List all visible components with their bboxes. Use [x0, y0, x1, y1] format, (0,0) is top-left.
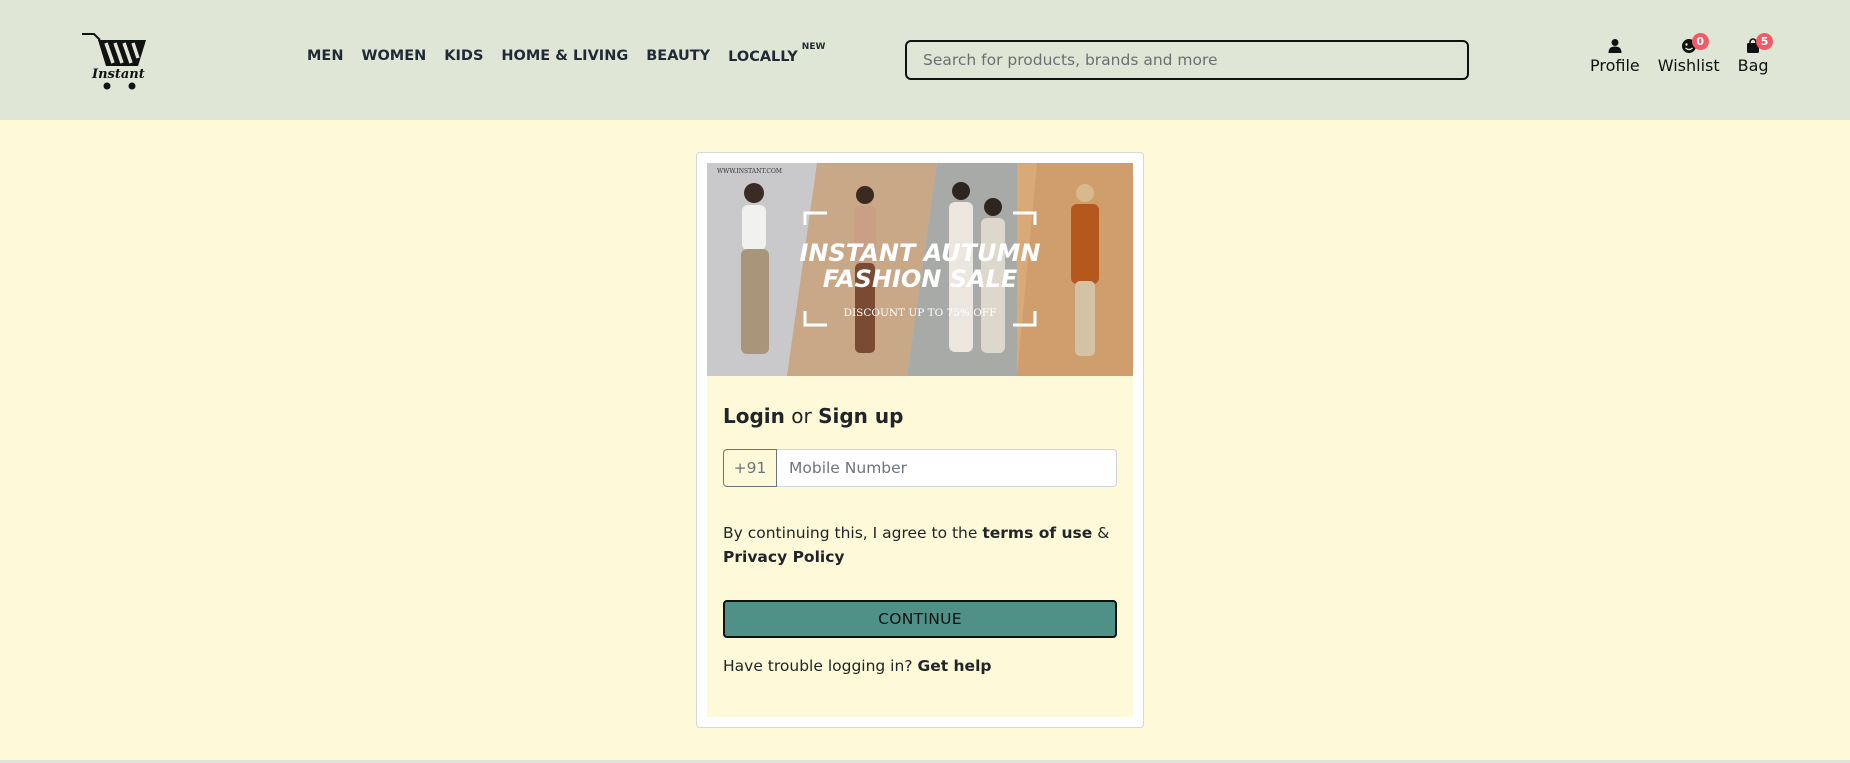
- wishlist-label: Wishlist: [1657, 56, 1720, 75]
- banner-headline-line1: INSTANT AUTUMN: [799, 239, 1040, 267]
- login-title: Login or Sign up: [723, 404, 903, 428]
- profile-label: Profile: [1590, 56, 1640, 75]
- new-tag: NEW: [801, 42, 826, 52]
- model-figure-1: [741, 183, 769, 354]
- login-word: Login: [723, 404, 785, 428]
- banner-headline-line2: FASHION SALE: [823, 265, 1018, 293]
- bag-count-badge: 5: [1756, 33, 1774, 50]
- nav-item-home-living[interactable]: HOME & LIVING: [501, 48, 628, 65]
- continue-button[interactable]: CONTINUE: [723, 600, 1117, 638]
- model-figure-4: [1071, 184, 1099, 356]
- nav-item-kids[interactable]: KIDS: [444, 48, 483, 65]
- nav-item-women[interactable]: WOMEN: [361, 48, 426, 65]
- wishlist-count-badge: 0: [1691, 33, 1709, 50]
- banner-subtext: DISCOUNT UP TO 75% OFF: [844, 307, 997, 319]
- bag-button[interactable]: 5 Bag: [1737, 33, 1774, 75]
- bag-label: Bag: [1737, 56, 1769, 75]
- wishlist-button[interactable]: 0 Wishlist: [1657, 33, 1720, 75]
- get-help-link[interactable]: Get help: [917, 657, 991, 675]
- profile-button[interactable]: Profile: [1590, 36, 1640, 75]
- instant-logo[interactable]: Instant: [80, 30, 150, 90]
- heart-icon: 0: [1678, 33, 1709, 56]
- header-actions: Profile 0 Wishlist 5 Bag: [1590, 33, 1787, 75]
- privacy-policy-link[interactable]: Privacy Policy: [723, 548, 845, 566]
- login-card-body: WWW.INSTANT.COM INSTANT AUTUMN FASHION S…: [707, 163, 1133, 717]
- terms-notice: By continuing this, I agree to the terms…: [723, 521, 1117, 569]
- nav-item-locally-label: LOCALLY: [728, 48, 798, 65]
- mobile-number-input[interactable]: [777, 449, 1117, 487]
- svg-text:Instant: Instant: [91, 67, 145, 82]
- terms-prefix: By continuing this, I agree to the: [723, 524, 978, 542]
- nav-item-beauty[interactable]: BEAUTY: [646, 48, 710, 65]
- cart-logo-icon: Instant: [82, 33, 146, 90]
- banner-site-text: WWW.INSTANT.COM: [717, 168, 782, 175]
- search-input[interactable]: [905, 40, 1469, 80]
- autumn-sale-banner: WWW.INSTANT.COM INSTANT AUTUMN FASHION S…: [707, 163, 1133, 376]
- country-code-prefix: +91: [723, 449, 777, 487]
- terms-ampersand: &: [1097, 524, 1110, 542]
- help-notice: Have trouble logging in? Get help: [723, 657, 991, 675]
- help-prefix: Have trouble logging in?: [723, 657, 913, 675]
- site-header: Instant MEN WOMEN KIDS HOME & LIVING BEA…: [0, 0, 1850, 120]
- login-card: WWW.INSTANT.COM INSTANT AUTUMN FASHION S…: [696, 152, 1144, 728]
- nav-item-men[interactable]: MEN: [307, 48, 343, 65]
- or-word: or: [791, 404, 812, 428]
- bag-icon: 5: [1742, 33, 1774, 56]
- main-nav: MEN WOMEN KIDS HOME & LIVING BEAUTY LOCA…: [307, 42, 843, 65]
- nav-item-locally[interactable]: LOCALLYNEW: [728, 42, 825, 65]
- mobile-input-group: +91: [723, 449, 1117, 487]
- terms-of-use-link[interactable]: terms of use: [982, 524, 1092, 542]
- person-icon: [1604, 36, 1626, 56]
- signup-word: Sign up: [818, 404, 904, 428]
